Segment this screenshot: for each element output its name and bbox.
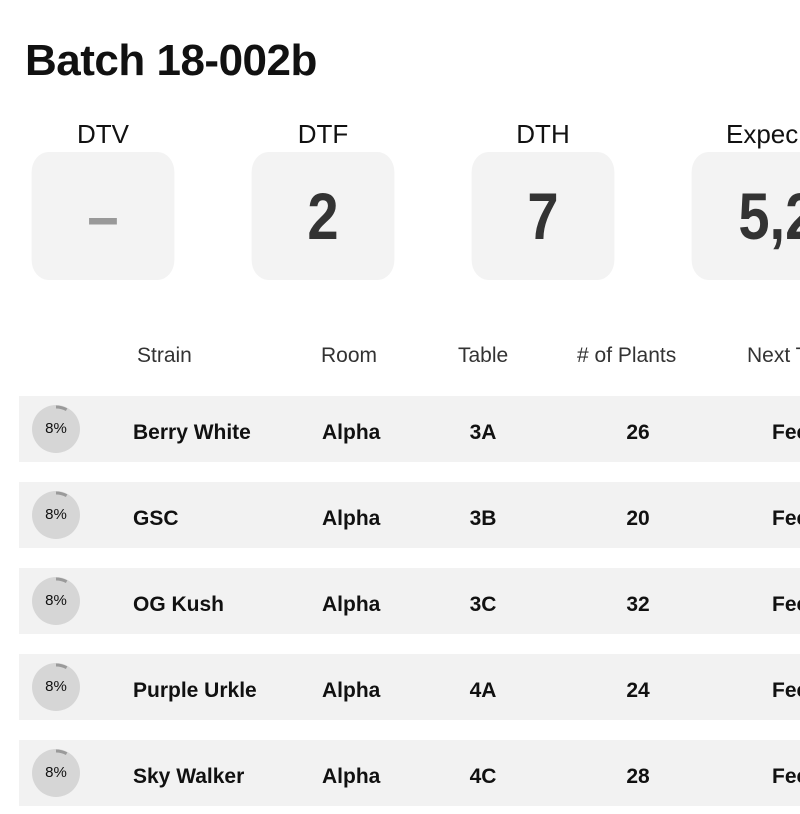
table-cell: 3C: [469, 593, 497, 616]
stat-expected: Expec 5,2: [679, 116, 800, 280]
plants-cell: 20: [626, 507, 650, 530]
strain-cell: Purple Urkle: [133, 679, 257, 702]
table-cell: 3A: [469, 421, 497, 444]
progress-ring: 8%: [32, 577, 80, 625]
table-cell: 4A: [469, 679, 497, 702]
progress-percent: 8%: [45, 764, 67, 781]
stat-dtf: DTF 2: [239, 116, 407, 280]
column-header-plants[interactable]: # of Plants: [577, 344, 676, 368]
stat-value: 7: [471, 152, 615, 280]
room-cell: Alpha: [322, 507, 381, 530]
room-cell: Alpha: [322, 765, 381, 788]
progress-ring: 8%: [32, 405, 80, 453]
strain-cell: Sky Walker: [133, 765, 245, 788]
stat-value: –: [31, 152, 175, 280]
strain-cell: Berry White: [133, 421, 251, 444]
progress-percent: 8%: [45, 592, 67, 609]
column-header-next-task[interactable]: Next T: [747, 344, 800, 368]
room-cell: Alpha: [322, 679, 381, 702]
page-title: Batch 18-002b: [25, 36, 317, 85]
stat-value: 2: [251, 152, 395, 280]
plants-cell: 24: [626, 679, 650, 702]
strain-cell: OG Kush: [133, 593, 225, 616]
stat-dth: DTH 7: [459, 116, 627, 280]
column-header-table[interactable]: Table: [458, 344, 508, 368]
stat-dtv: DTV –: [19, 116, 187, 280]
table-cell: 4C: [469, 765, 497, 788]
stat-label: DTF: [297, 119, 349, 149]
stat-label: Expec: [726, 119, 799, 149]
progress-ring: 8%: [32, 663, 80, 711]
progress-percent: 8%: [45, 420, 67, 437]
column-header-strain[interactable]: Strain: [137, 344, 192, 368]
progress-percent: 8%: [45, 506, 67, 523]
table-row[interactable]: 8% GSC Alpha 3B 20 Fee: [19, 482, 800, 548]
progress-ring: 8%: [32, 749, 80, 797]
strain-cell: GSC: [133, 507, 179, 530]
next-task-cell: Fee: [772, 765, 800, 788]
column-header-room[interactable]: Room: [321, 344, 377, 368]
stat-value: 5,2: [691, 152, 800, 280]
table-row[interactable]: 8% Berry White Alpha 3A 26 Fee: [19, 396, 800, 462]
next-task-cell: Fee: [772, 593, 800, 616]
next-task-cell: Fee: [772, 421, 800, 444]
plants-cell: 26: [626, 421, 650, 444]
table-row[interactable]: 8% Purple Urkle Alpha 4A 24 Fee: [19, 654, 800, 720]
room-cell: Alpha: [322, 593, 381, 616]
plants-cell: 28: [626, 765, 650, 788]
table-cell: 3B: [469, 507, 497, 530]
stat-label: DTV: [77, 119, 129, 149]
room-cell: Alpha: [322, 421, 381, 444]
table-row[interactable]: 8% OG Kush Alpha 3C 32 Fee: [19, 568, 800, 634]
progress-ring: 8%: [32, 491, 80, 539]
next-task-cell: Fee: [772, 507, 800, 530]
next-task-cell: Fee: [772, 679, 800, 702]
table-row[interactable]: 8% Sky Walker Alpha 4C 28 Fee: [19, 740, 800, 806]
progress-percent: 8%: [45, 678, 67, 695]
stat-label: DTH: [516, 119, 570, 149]
plants-cell: 32: [626, 593, 650, 616]
